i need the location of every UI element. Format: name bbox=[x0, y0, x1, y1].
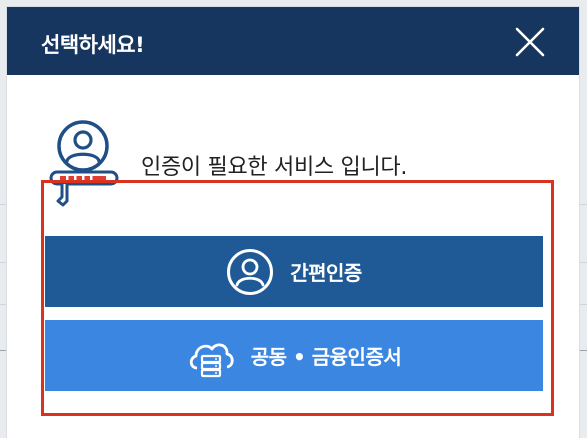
background-divider bbox=[579, 204, 587, 205]
simple-auth-label: 간편인증 bbox=[290, 261, 362, 285]
modal-header: 선택하세요! bbox=[7, 7, 579, 75]
simple-auth-button[interactable]: 간편인증 bbox=[45, 236, 543, 307]
user-circle-icon bbox=[226, 248, 274, 296]
cloud-server-icon bbox=[187, 334, 235, 378]
auth-select-modal: 선택하세요! 인증이 필요한 서비스 입니다. 간편인증 공동 • 금융인증서 bbox=[7, 7, 579, 438]
background-divider bbox=[579, 304, 587, 305]
close-icon bbox=[515, 27, 545, 57]
background-divider bbox=[579, 262, 587, 263]
intro-message: 인증이 필요한 서비스 입니다. bbox=[141, 155, 408, 180]
background-divider bbox=[579, 350, 587, 351]
close-button[interactable] bbox=[515, 27, 545, 57]
certificate-auth-button[interactable]: 공동 • 금융인증서 bbox=[45, 320, 543, 391]
certificate-auth-label: 공동 • 금융인증서 bbox=[250, 345, 402, 369]
screen: 선택하세요! 인증이 필요한 서비스 입니다. 간편인증 공동 • 금융인증서 bbox=[0, 0, 587, 438]
modal-title: 선택하세요! bbox=[41, 33, 145, 57]
